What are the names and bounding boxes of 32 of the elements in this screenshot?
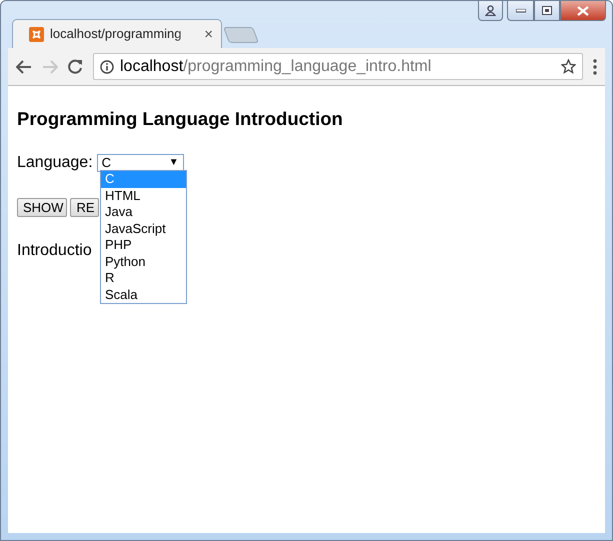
browser-tab[interactable]: localhost/programming × <box>12 19 222 48</box>
tab-title: localhost/programming <box>50 25 183 44</box>
tab-close-button[interactable]: × <box>204 26 213 42</box>
reload-icon[interactable] <box>68 59 83 74</box>
app-icon <box>29 26 44 42</box>
info-icon[interactable] <box>100 60 114 74</box>
url-text: localhost/programming_language_intro.html <box>120 56 432 76</box>
dropdown-option[interactable]: JavaScript <box>101 220 186 237</box>
field-label: Language: <box>17 152 93 173</box>
show-button[interactable]: SHOW <box>17 198 68 217</box>
minimize-icon <box>516 8 526 12</box>
maximize-button[interactable] <box>534 1 560 21</box>
back-icon[interactable] <box>16 60 32 74</box>
dropdown-option[interactable]: Java <box>101 204 186 220</box>
close-button[interactable] <box>560 1 606 21</box>
minimize-button[interactable] <box>507 1 534 21</box>
dropdown-option[interactable]: HTML <box>101 188 186 204</box>
language-select[interactable]: C ▼ <box>96 154 184 172</box>
star-icon[interactable] <box>561 59 576 74</box>
person-icon <box>485 5 496 16</box>
dropdown-option[interactable]: R <box>101 270 186 286</box>
page-heading: Programming Language Introduction <box>17 107 344 131</box>
profile-button[interactable] <box>478 1 503 21</box>
dropdown-option[interactable]: Scala <box>101 286 186 303</box>
maximize-icon <box>542 6 552 15</box>
introduction-label: Introductio <box>17 240 92 261</box>
dropdown-option[interactable]: Python <box>101 254 186 270</box>
action-button[interactable]: RE <box>70 198 99 217</box>
close-icon <box>577 6 589 16</box>
dropdown-option[interactable]: PHP <box>101 237 186 254</box>
address-bar[interactable]: localhost/programming_language_intro.html <box>93 53 583 80</box>
menu-icon[interactable] <box>593 58 597 74</box>
